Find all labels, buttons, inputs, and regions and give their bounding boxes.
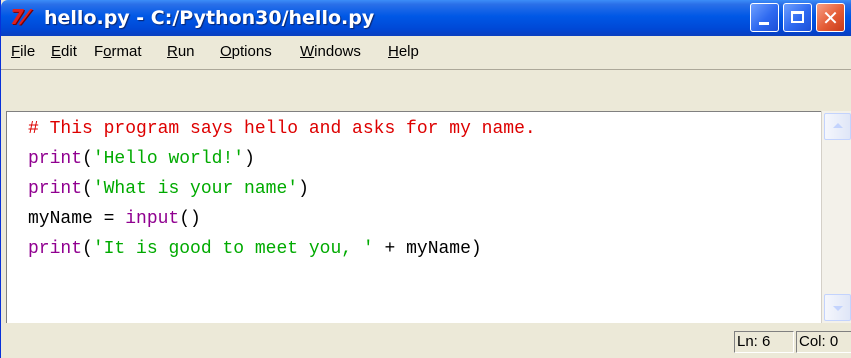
maximize-icon xyxy=(791,11,804,23)
menu-windows-label: indows xyxy=(314,43,361,60)
assignment-token: myName = xyxy=(28,209,126,229)
code-line-1: # This program says hello and asks for m… xyxy=(28,118,536,140)
code-editor[interactable]: # This program says hello and asks for m… xyxy=(6,111,821,323)
paren-close: ) xyxy=(244,149,255,169)
string-token: 'It is good to meet you, ' xyxy=(92,239,374,259)
menu-windows-accel: W xyxy=(300,43,315,60)
string-token: 'What is your name' xyxy=(92,179,299,199)
code-line-3: print('What is your name') xyxy=(28,178,309,200)
builtin-token: print xyxy=(28,149,83,169)
menu-format[interactable]: Format xyxy=(94,43,142,61)
menu-format-accel: o xyxy=(103,43,112,60)
menu-help[interactable]: Help xyxy=(388,43,419,61)
minimize-icon xyxy=(759,22,769,25)
menu-edit[interactable]: Edit xyxy=(51,43,77,61)
title-bar[interactable]: 7⁄ hello.py - C:/Python30/hello.py ✕ xyxy=(1,0,851,36)
menu-run-label: un xyxy=(177,43,195,60)
menu-windows[interactable]: Windows xyxy=(300,43,361,61)
close-icon: ✕ xyxy=(822,6,839,30)
call-parens: () xyxy=(179,209,201,229)
menu-edit-label: dit xyxy=(61,43,77,60)
string-token: 'Hello world!' xyxy=(92,149,245,169)
close-button[interactable]: ✕ xyxy=(816,3,845,32)
menu-file-accel: F xyxy=(11,43,21,60)
idle-editor-window: 7⁄ hello.py - C:/Python30/hello.py ✕ Fil… xyxy=(0,0,851,358)
builtin-token: print xyxy=(28,179,83,199)
paren-open: ( xyxy=(82,239,93,259)
code-line-5: print('It is good to meet you, ' + myNam… xyxy=(28,238,482,260)
concat-token: + myName) xyxy=(373,239,482,259)
menu-run[interactable]: Run xyxy=(167,43,195,61)
scroll-up-button[interactable] xyxy=(824,113,851,140)
window-title: hello.py - C:/Python30/hello.py xyxy=(44,7,375,29)
paren-close: ) xyxy=(298,179,309,199)
paren-open: ( xyxy=(82,179,93,199)
menu-options[interactable]: Options xyxy=(220,43,272,61)
arrow-up-icon xyxy=(833,123,843,128)
maximize-button[interactable] xyxy=(783,3,812,32)
idle-app-icon[interactable]: 7⁄ xyxy=(10,6,27,28)
arrow-down-icon xyxy=(833,306,843,311)
status-bar: Ln: 6 Col: 0 xyxy=(1,323,851,358)
menu-format-prefix: F xyxy=(94,43,104,60)
menu-edit-accel: E xyxy=(51,43,62,60)
status-column-number: Col: 0 xyxy=(796,331,851,353)
menu-options-accel: O xyxy=(220,43,232,60)
builtin-token: input xyxy=(125,209,180,229)
code-line-2: print('Hello world!') xyxy=(28,148,255,170)
scroll-down-button[interactable] xyxy=(824,294,851,321)
menu-help-label: elp xyxy=(398,43,419,60)
minimize-button[interactable] xyxy=(750,3,779,32)
status-line-number: Ln: 6 xyxy=(734,331,794,353)
vertical-scrollbar[interactable] xyxy=(821,111,851,323)
menu-bar: File Edit Format Run Options Windows Hel… xyxy=(1,36,851,70)
menu-format-label: rmat xyxy=(111,43,142,60)
menu-options-label: ptions xyxy=(231,43,272,60)
menu-file[interactable]: File xyxy=(11,43,35,61)
builtin-token: print xyxy=(28,239,83,259)
menu-run-accel: R xyxy=(167,43,178,60)
menu-file-label: ile xyxy=(20,43,36,60)
paren-open: ( xyxy=(82,149,93,169)
comment-token: # This program says hello and asks for m… xyxy=(28,119,536,139)
menu-help-accel: H xyxy=(388,43,399,60)
code-line-4: myName = input() xyxy=(28,208,201,230)
